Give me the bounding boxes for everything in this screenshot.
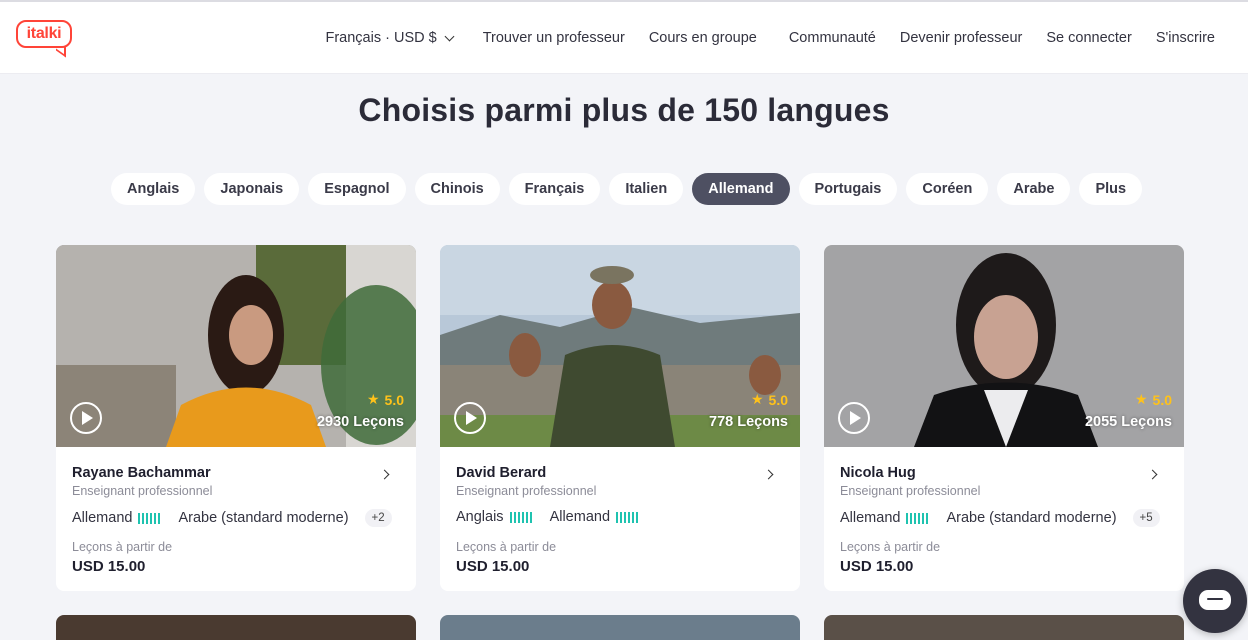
language-item: Allemand [72, 510, 162, 526]
teacher-rating: ★ 5.0 [1135, 391, 1172, 408]
nav-become-teacher[interactable]: Devenir professeur [900, 30, 1023, 46]
rating-value: 5.0 [384, 391, 404, 408]
chevron-right-icon[interactable] [379, 469, 390, 480]
main-nav: Français · USD $ Trouver un professeur C… [325, 2, 1215, 74]
language-name: Allemand [72, 510, 133, 526]
chevron-down-icon [444, 31, 455, 41]
chip-plus[interactable]: Plus [1079, 173, 1143, 205]
teacher-card-partial[interactable] [824, 615, 1184, 640]
lesson-count: 2930 Leçons [316, 414, 404, 430]
language-item: Anglais [456, 509, 534, 525]
chip-chinois[interactable]: Chinois [414, 173, 500, 205]
chat-bubble-icon [1199, 590, 1231, 610]
teacher-role: Enseignant professionnel [72, 484, 213, 498]
lesson-count: 778 Leçons [709, 414, 788, 430]
teacher-card[interactable]: ★ 5.0 2930 Leçons Rayane Bachammar Ensei… [56, 245, 416, 591]
teacher-card[interactable]: ★ 5.0 2055 Leçons Nicola Hug Enseignant … [824, 245, 1184, 591]
more-languages-badge: +5 [1132, 509, 1160, 527]
language-item: Allemand [840, 510, 930, 526]
chip-japonais[interactable]: Japonais [204, 173, 300, 205]
teacher-video-thumbnail[interactable]: ★ 5.0 2930 Leçons [56, 245, 416, 447]
play-video-icon[interactable] [70, 402, 102, 434]
chip-anglais[interactable]: Anglais [111, 173, 196, 205]
price-value: USD 15.00 [72, 558, 146, 575]
locale-currency-label: Français · USD $ [325, 30, 437, 46]
nav-find-teacher[interactable]: Trouver un professeur [483, 30, 625, 46]
teacher-role: Enseignant professionnel [840, 484, 981, 498]
language-item: Allemand [550, 509, 640, 525]
lesson-count: 2055 Leçons [1084, 414, 1172, 430]
language-item: Arabe (standard moderne) [946, 510, 1116, 526]
play-video-icon[interactable] [838, 402, 870, 434]
star-icon: ★ [750, 391, 764, 407]
chip-francais[interactable]: Français [508, 173, 601, 205]
more-languages-badge: +2 [364, 509, 392, 527]
nav-signup[interactable]: S'inscrire [1156, 30, 1215, 46]
chat-support-button[interactable] [1183, 569, 1247, 633]
nav-community[interactable]: Communauté [789, 30, 876, 46]
price-label: Leçons à partir de [72, 540, 173, 554]
language-name: Arabe (standard moderne) [178, 510, 349, 526]
teacher-languages: Anglais Allemand [456, 509, 656, 525]
teacher-card-partial[interactable] [56, 615, 416, 640]
chip-espagnol[interactable]: Espagnol [308, 173, 406, 205]
teacher-video-thumbnail[interactable]: ★ 5.0 778 Leçons [440, 245, 800, 447]
teacher-languages: Allemand Arabe (standard moderne) +5 [840, 509, 1160, 527]
price-value: USD 15.00 [840, 558, 914, 575]
chip-coreen[interactable]: Coréen [906, 173, 989, 205]
play-video-icon[interactable] [454, 402, 486, 434]
rating-value: 5.0 [1152, 391, 1172, 408]
language-chip-bar: Anglais Japonais Espagnol Chinois França… [111, 173, 1151, 205]
chip-allemand[interactable]: Allemand [692, 173, 790, 205]
price-label: Leçons à partir de [456, 540, 557, 554]
proficiency-bars-icon [906, 512, 930, 524]
star-icon: ★ [366, 391, 380, 407]
star-icon: ★ [1134, 391, 1148, 407]
chip-portugais[interactable]: Portugais [798, 173, 898, 205]
nav-login[interactable]: Se connecter [1046, 30, 1131, 46]
chip-italien[interactable]: Italien [609, 173, 684, 205]
proficiency-bars-icon [616, 511, 640, 523]
language-item: Arabe (standard moderne) [178, 510, 348, 526]
proficiency-bars-icon [509, 511, 534, 523]
site-header: italki Français · USD $ Trouver un profe… [0, 2, 1248, 74]
proficiency-bars-icon [138, 512, 162, 524]
chevron-right-icon[interactable] [763, 469, 774, 480]
teacher-rating: ★ 5.0 [751, 391, 788, 408]
chevron-right-icon[interactable] [1147, 469, 1158, 480]
chip-arabe[interactable]: Arabe [997, 173, 1071, 205]
teacher-card[interactable]: ★ 5.0 778 Leçons David Berard Enseignant… [440, 245, 800, 591]
teacher-role: Enseignant professionnel [456, 484, 597, 498]
teacher-rating: ★ 5.0 [367, 391, 404, 408]
language-name: Arabe (standard moderne) [946, 510, 1117, 526]
language-name: Allemand [840, 510, 901, 526]
teacher-card-partial[interactable] [440, 615, 800, 640]
language-name: Anglais [456, 509, 504, 525]
teacher-name[interactable]: David Berard [456, 465, 546, 481]
teacher-name[interactable]: Nicola Hug [840, 465, 916, 481]
logo-wordmark: italki [16, 20, 72, 48]
page-headline: Choisis parmi plus de 150 langues [358, 92, 890, 128]
price-value: USD 15.00 [456, 558, 530, 575]
language-name: Allemand [549, 509, 611, 525]
nav-group-classes[interactable]: Cours en groupe [649, 30, 757, 46]
locale-currency-selector[interactable]: Français · USD $ [325, 30, 455, 46]
teacher-name[interactable]: Rayane Bachammar [72, 465, 211, 481]
teacher-languages: Allemand Arabe (standard moderne) +2 [72, 509, 392, 527]
rating-value: 5.0 [768, 391, 788, 408]
price-label: Leçons à partir de [840, 540, 941, 554]
teacher-video-thumbnail[interactable]: ★ 5.0 2055 Leçons [824, 245, 1184, 447]
italki-logo[interactable]: italki [16, 20, 72, 58]
